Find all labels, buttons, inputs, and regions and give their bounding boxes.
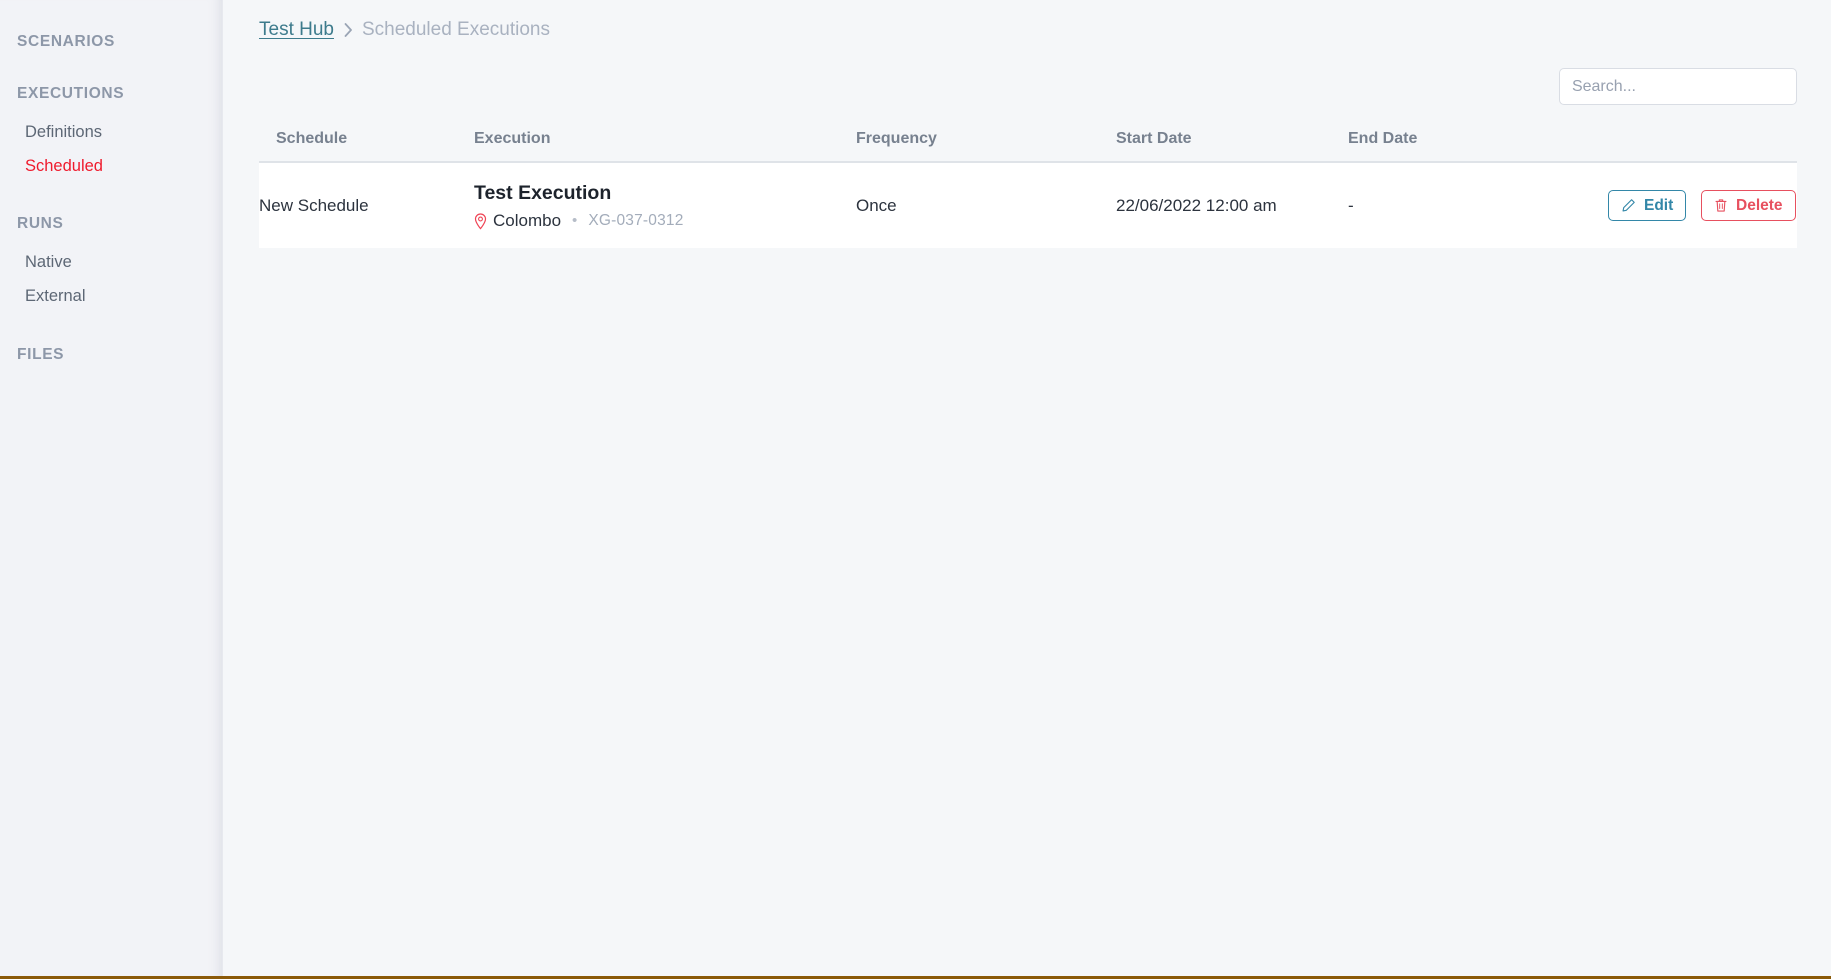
chevron-right-icon	[344, 23, 353, 37]
sidebar-item-definitions[interactable]: Definitions	[0, 115, 223, 149]
scheduled-executions-table: Schedule Execution Frequency Start Date …	[259, 130, 1797, 248]
cell-actions: Edit Delete	[1608, 162, 1797, 248]
sidebar-item-external[interactable]: External	[0, 279, 223, 313]
location-pin-icon	[474, 213, 487, 230]
search-input[interactable]	[1559, 68, 1797, 105]
sidebar-group-scenarios: SCENARIOS	[0, 32, 223, 51]
breadcrumb: Test Hub Scheduled Executions	[223, 0, 1831, 30]
app-root: SCENARIOS EXECUTIONS Definitions Schedul…	[0, 0, 1831, 979]
trash-icon	[1714, 198, 1728, 213]
table-body: New Schedule Test Execution	[259, 162, 1797, 248]
cell-schedule: New Schedule	[259, 162, 474, 248]
execution-city: Colombo	[493, 211, 561, 231]
breadcrumb-link-test-hub[interactable]: Test Hub	[259, 19, 334, 41]
delete-button[interactable]: Delete	[1701, 190, 1796, 221]
meta-separator-dot: •	[572, 213, 577, 228]
execution-title: Test Execution	[474, 181, 856, 205]
table-header: Schedule Execution Frequency Start Date …	[259, 130, 1797, 162]
cell-execution: Test Execution Colombo •	[474, 162, 856, 248]
breadcrumb-current: Scheduled Executions	[362, 19, 550, 41]
cell-start-date: 22/06/2022 12:00 am	[1116, 162, 1348, 248]
sidebar-group-runs: RUNS	[0, 214, 223, 233]
column-header-start-date: Start Date	[1116, 130, 1348, 162]
sidebar-item-scheduled[interactable]: Scheduled	[0, 149, 223, 183]
column-header-frequency: Frequency	[856, 130, 1116, 162]
delete-button-label: Delete	[1736, 197, 1783, 215]
edit-button[interactable]: Edit	[1608, 190, 1686, 221]
sidebar: SCENARIOS EXECUTIONS Definitions Schedul…	[0, 0, 223, 976]
sidebar-item-native[interactable]: Native	[0, 245, 223, 279]
cell-end-date: -	[1348, 162, 1608, 248]
sidebar-group-executions: EXECUTIONS	[0, 84, 223, 103]
table-header-row: Schedule Execution Frequency Start Date …	[259, 130, 1797, 162]
column-header-end-date: End Date	[1348, 130, 1608, 162]
cell-frequency: Once	[856, 162, 1116, 248]
sidebar-group-files: FILES	[0, 345, 223, 364]
edit-button-label: Edit	[1644, 197, 1673, 215]
execution-code: XG-037-0312	[588, 211, 683, 231]
column-header-schedule: Schedule	[259, 130, 474, 162]
table-row: New Schedule Test Execution	[259, 162, 1797, 248]
pencil-icon	[1621, 198, 1636, 213]
main-content: Test Hub Scheduled Executions Schedule E…	[223, 0, 1831, 976]
execution-meta: Colombo • XG-037-0312	[474, 211, 856, 231]
column-header-actions	[1608, 130, 1797, 162]
column-header-execution: Execution	[474, 130, 856, 162]
toolbar	[223, 30, 1831, 105]
